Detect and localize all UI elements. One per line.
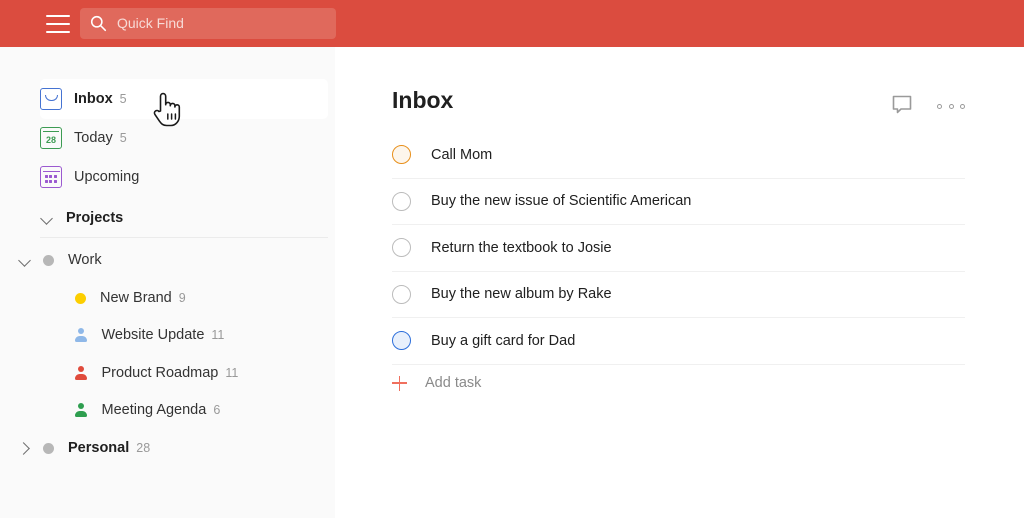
task-row[interactable]: Buy a gift card for Dad [392, 318, 965, 365]
project-count: 9 [179, 291, 186, 305]
task-title: Buy a gift card for Dad [431, 333, 575, 349]
task-row[interactable]: Call Mom [392, 132, 965, 179]
hamburger-line [46, 15, 70, 17]
project-color-dot [75, 293, 86, 304]
task-checkbox[interactable] [392, 285, 411, 304]
calendar-upcoming-icon [40, 166, 62, 188]
search-placeholder: Quick Find [117, 15, 184, 32]
page-title: Inbox [392, 87, 453, 114]
projects-divider [40, 237, 328, 238]
task-title: Return the textbook to Josie [431, 240, 612, 256]
add-task-button[interactable]: Add task [392, 364, 481, 402]
comment-icon[interactable] [890, 93, 914, 117]
plus-icon [392, 376, 407, 391]
sidebar-item-today[interactable]: 28 Today 5 [40, 118, 328, 158]
sidebar-item-label: Today [74, 130, 113, 146]
task-title: Buy the new issue of Scientific American [431, 193, 691, 209]
dot [960, 104, 965, 109]
sidebar-project-meeting-agenda[interactable]: Meeting Agenda 6 [75, 391, 328, 429]
sidebar-project-personal[interactable]: Personal 28 [18, 429, 328, 467]
task-checkbox[interactable] [392, 238, 411, 257]
sidebar-project-website-update[interactable]: Website Update 11 [75, 316, 328, 354]
more-options-icon[interactable] [937, 103, 965, 109]
sidebar-item-count: 5 [120, 92, 127, 106]
person-icon [74, 366, 88, 380]
calendar-day-number: 28 [46, 135, 56, 145]
chevron-right-icon[interactable] [18, 441, 32, 455]
project-count: 11 [225, 366, 238, 380]
calendar-today-icon: 28 [40, 127, 62, 149]
task-checkbox[interactable] [392, 192, 411, 211]
task-list: Call Mom Buy the new issue of Scientific… [392, 132, 965, 365]
project-label: New Brand [100, 290, 172, 306]
app-window: Quick Find 30/5 Inbox [0, 0, 1024, 518]
chevron-down-icon[interactable] [18, 253, 32, 267]
project-count: 28 [136, 441, 150, 455]
sidebar-project-work[interactable]: Work [18, 241, 328, 279]
project-label: Personal [68, 440, 129, 456]
search-icon [90, 15, 107, 32]
person-icon [74, 403, 88, 417]
projects-title: Projects [66, 210, 123, 226]
calendar-grid [45, 175, 57, 183]
sidebar-item-label: Upcoming [74, 169, 139, 185]
task-row[interactable]: Buy the new album by Rake [392, 272, 965, 319]
task-checkbox[interactable] [392, 145, 411, 164]
hamburger-line [46, 31, 70, 33]
inbox-icon [40, 88, 62, 110]
sidebar-item-inbox[interactable]: Inbox 5 [40, 79, 328, 119]
chevron-down-icon [40, 211, 54, 225]
task-row[interactable]: Return the textbook to Josie [392, 225, 965, 272]
dot [949, 104, 954, 109]
project-label: Work [68, 252, 102, 268]
hamburger-line [46, 23, 70, 25]
task-title: Call Mom [431, 147, 492, 163]
person-icon [74, 328, 88, 342]
add-task-label: Add task [425, 375, 481, 391]
task-title: Buy the new album by Rake [431, 286, 612, 302]
project-count: 11 [211, 328, 224, 342]
sidebar-project-product-roadmap[interactable]: Product Roadmap 11 [75, 354, 328, 392]
sidebar-item-count: 5 [120, 131, 127, 145]
project-label: Meeting Agenda [102, 402, 207, 418]
sidebar-item-label: Inbox [74, 91, 113, 107]
sidebar: Inbox 5 28 Today 5 Upcoming Projects [0, 47, 335, 518]
search-input[interactable]: Quick Find [80, 8, 336, 39]
sidebar-project-new-brand[interactable]: New Brand 9 [75, 279, 328, 317]
dot [937, 104, 942, 109]
project-count: 6 [213, 403, 220, 417]
hamburger-menu-icon[interactable] [46, 15, 70, 33]
project-label: Website Update [102, 327, 205, 343]
projects-section-header[interactable]: Projects [40, 200, 328, 236]
project-color-dot [43, 255, 54, 266]
task-row[interactable]: Buy the new issue of Scientific American [392, 179, 965, 226]
main-content: Inbox Call Mom Buy the new issue of Scie… [335, 47, 1024, 518]
project-label: Product Roadmap [102, 365, 219, 381]
top-header-bar: Quick Find 30/5 [0, 0, 1024, 47]
project-color-dot [43, 443, 54, 454]
task-checkbox[interactable] [392, 331, 411, 350]
sidebar-item-upcoming[interactable]: Upcoming [40, 157, 328, 197]
